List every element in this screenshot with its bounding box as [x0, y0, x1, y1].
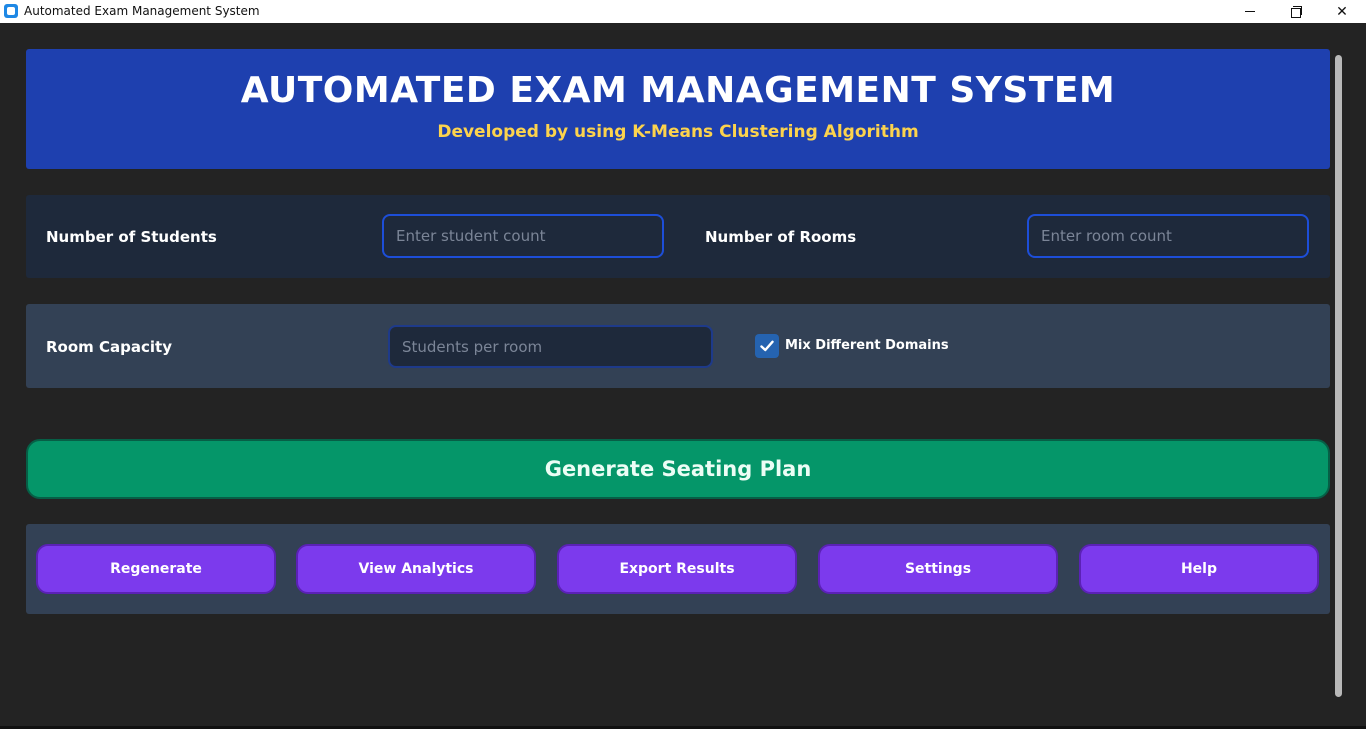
students-input[interactable] [382, 214, 664, 258]
count-inputs-panel: Number of Students Number of Rooms [26, 195, 1330, 278]
vertical-scrollbar[interactable] [1335, 55, 1342, 697]
regenerate-button[interactable]: Regenerate [36, 544, 276, 594]
help-button[interactable]: Help [1079, 544, 1319, 594]
rooms-input[interactable] [1027, 214, 1309, 258]
close-icon[interactable]: ✕ [1319, 0, 1365, 23]
restore-icon[interactable] [1273, 0, 1319, 23]
window-title: Automated Exam Management System [24, 4, 260, 18]
header-banner: AUTOMATED EXAM MANAGEMENT SYSTEM Develop… [26, 49, 1330, 169]
action-bar: Regenerate View Analytics Export Results… [26, 524, 1330, 614]
checkmark-icon [760, 340, 774, 352]
mix-domains-checkbox[interactable] [755, 334, 779, 358]
students-label: Number of Students [46, 228, 217, 246]
page-title: AUTOMATED EXAM MANAGEMENT SYSTEM [240, 70, 1116, 111]
window-title-bar: Automated Exam Management System ✕ [0, 0, 1366, 23]
minimize-icon[interactable] [1227, 0, 1273, 23]
capacity-input[interactable] [388, 325, 713, 368]
export-results-button[interactable]: Export Results [557, 544, 797, 594]
settings-button[interactable]: Settings [818, 544, 1058, 594]
mix-domains-label[interactable]: Mix Different Domains [785, 338, 949, 353]
app-icon [4, 4, 18, 18]
view-analytics-button[interactable]: View Analytics [296, 544, 536, 594]
page-subtitle: Developed by using K-Means Clustering Al… [437, 122, 919, 142]
capacity-panel: Room Capacity Mix Different Domains [26, 304, 1330, 388]
generate-seating-plan-button[interactable]: Generate Seating Plan [26, 439, 1330, 499]
rooms-label: Number of Rooms [705, 228, 857, 246]
capacity-label: Room Capacity [46, 338, 172, 356]
